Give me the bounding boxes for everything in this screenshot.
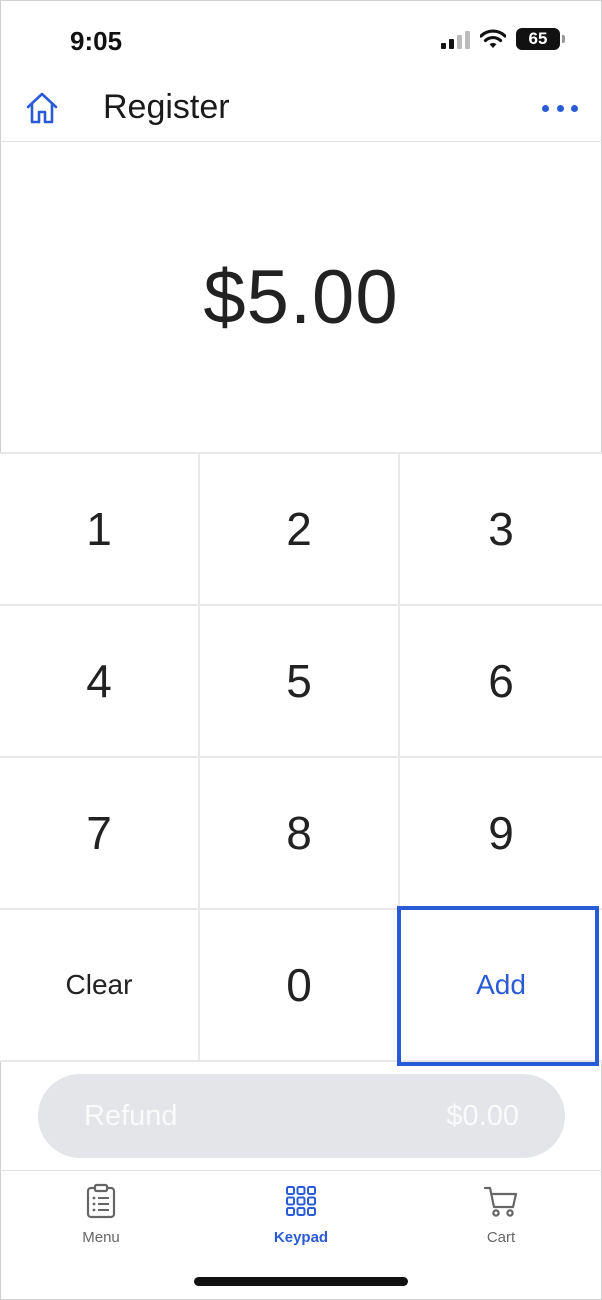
grid-icon (286, 1186, 316, 1216)
battery-level: 65 (528, 29, 548, 48)
tab-keypad[interactable]: Keypad (241, 1183, 361, 1253)
app-header: Register (0, 80, 602, 142)
key-0[interactable]: 0 (200, 910, 400, 1062)
home-icon[interactable] (24, 90, 60, 126)
more-options-icon[interactable] (542, 96, 578, 120)
amount-value: $5.00 (203, 254, 399, 340)
key-7[interactable]: 7 (0, 758, 200, 910)
add-button[interactable]: Add (400, 910, 602, 1062)
keypad: 1 2 3 4 5 6 7 8 9 Clear 0 Add (0, 452, 602, 1062)
refund-amount: $0.00 (446, 1099, 519, 1132)
tab-menu-label: Menu (82, 1229, 120, 1246)
refund-button[interactable]: Refund $0.00 (38, 1074, 565, 1158)
key-8[interactable]: 8 (200, 758, 400, 910)
key-2[interactable]: 2 (200, 454, 400, 606)
tab-cart-label: Cart (486, 1229, 516, 1246)
amount-display: $5.00 (0, 142, 602, 452)
status-icons: 65 (441, 28, 565, 50)
page-title: Register (103, 88, 230, 126)
refund-label: Refund (84, 1099, 178, 1132)
tab-keypad-label: Keypad (273, 1229, 329, 1246)
clipboard-list-icon (86, 1183, 116, 1219)
key-6[interactable]: 6 (400, 606, 602, 758)
cart-icon (483, 1186, 518, 1217)
key-3[interactable]: 3 (400, 454, 602, 606)
cellular-signal-icon (441, 29, 470, 49)
key-4[interactable]: 4 (0, 606, 200, 758)
key-9[interactable]: 9 (400, 758, 602, 910)
home-indicator (194, 1277, 408, 1286)
clear-button[interactable]: Clear (0, 910, 200, 1062)
status-bar: 9:05 65 (0, 0, 602, 80)
status-time: 9:05 (70, 26, 123, 56)
tab-menu[interactable]: Menu (41, 1183, 161, 1253)
wifi-icon (480, 29, 506, 48)
tab-cart[interactable]: Cart (441, 1183, 561, 1253)
key-1[interactable]: 1 (0, 454, 200, 606)
battery-icon: 65 (516, 28, 565, 50)
key-5[interactable]: 5 (200, 606, 400, 758)
